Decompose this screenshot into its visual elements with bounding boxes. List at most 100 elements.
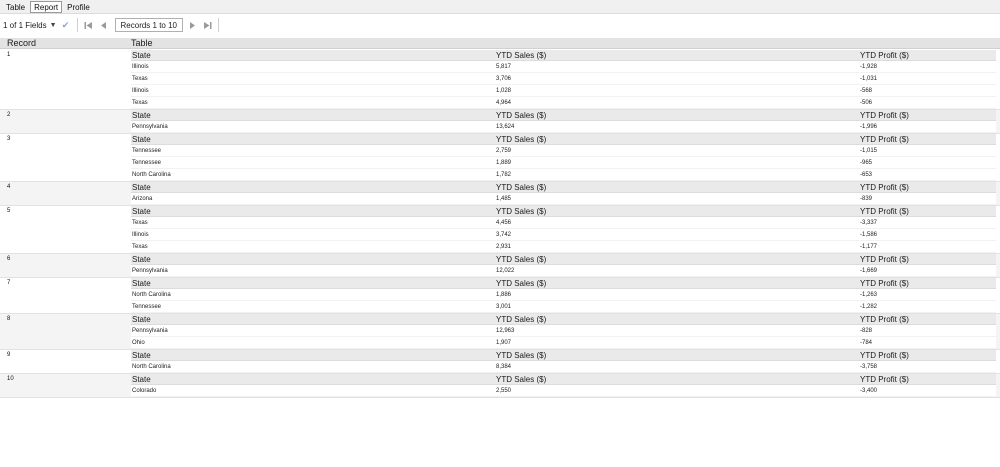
- ytd-profit-column-header: YTD Profit ($): [860, 315, 909, 324]
- record-row[interactable]: 5 State YTD Sales ($) YTD Profit ($) Texas 4,…: [0, 206, 1000, 254]
- ytd-profit-cell: -784: [860, 340, 873, 346]
- record-number: 1: [7, 52, 11, 58]
- check-icon[interactable]: ✔: [60, 18, 72, 32]
- record-number: 8: [7, 316, 11, 322]
- ytd-profit-column-header: YTD Profit ($): [860, 51, 909, 60]
- ytd-profit-column-header: YTD Profit ($): [860, 111, 909, 120]
- table-row[interactable]: Pennsylvania 13,624 -1,996: [131, 121, 996, 133]
- toolbar-divider: [218, 18, 219, 32]
- nested-table: State YTD Sales ($) YTD Profit ($) Texas 4,4…: [131, 206, 996, 253]
- ytd-profit-cell: -1,015: [860, 148, 878, 154]
- state-cell: Ohio: [132, 340, 145, 346]
- state-column-header: State: [132, 255, 151, 264]
- ytd-profit-cell: -1,263: [860, 292, 878, 298]
- table-row[interactable]: Texas 2,931 -1,177: [131, 241, 996, 253]
- nested-table-header: State YTD Sales ($) YTD Profit ($): [131, 50, 996, 61]
- nested-table: State YTD Sales ($) YTD Profit ($) North Ca…: [131, 350, 996, 373]
- state-cell: Tennessee: [132, 160, 162, 166]
- state-cell: Texas: [132, 220, 148, 226]
- fields-label: 1 of 1 Fields: [3, 20, 47, 30]
- ytd-sales-cell: 12,963: [496, 328, 515, 334]
- ytd-sales-column-header: YTD Sales ($): [496, 111, 547, 120]
- next-record-icon[interactable]: [186, 18, 198, 32]
- table-row[interactable]: Illinois 1,028 -568: [131, 85, 996, 97]
- grid-header: Record Table: [0, 38, 1000, 49]
- state-cell: Texas: [132, 100, 148, 106]
- records-range: Records 1 to 10: [114, 18, 183, 32]
- ytd-profit-column-header: YTD Profit ($): [860, 255, 909, 264]
- record-row[interactable]: 2 State YTD Sales ($) YTD Profit ($) Pennsyl…: [0, 110, 1000, 134]
- fields-selector[interactable]: 1 of 1 Fields ▼: [3, 21, 57, 30]
- ytd-sales-cell: 4,456: [496, 220, 512, 226]
- ytd-sales-column-header: YTD Sales ($): [496, 183, 547, 192]
- record-row[interactable]: 8 State YTD Sales ($) YTD Profit ($) Pennsyl…: [0, 314, 1000, 350]
- ytd-sales-column-header: YTD Sales ($): [496, 51, 547, 60]
- table-column-header[interactable]: Table: [131, 38, 153, 49]
- record-number: 4: [7, 184, 11, 190]
- first-record-icon[interactable]: [83, 18, 95, 32]
- tab-report[interactable]: Report: [30, 0, 63, 13]
- nested-table: State YTD Sales ($) YTD Profit ($) Pennsylv…: [131, 314, 996, 349]
- view-tab-bar: Table Report Profile: [0, 0, 1000, 14]
- table-row[interactable]: Texas 3,706 -1,031: [131, 73, 996, 85]
- state-cell: Illinois: [132, 88, 149, 94]
- table-row[interactable]: Tennessee 1,889 -965: [131, 157, 996, 169]
- ytd-profit-column-header: YTD Profit ($): [860, 351, 909, 360]
- ytd-profit-cell: -1,928: [860, 64, 878, 70]
- previous-record-icon[interactable]: [98, 18, 110, 32]
- tab-profile[interactable]: Profile: [63, 1, 94, 13]
- ytd-profit-cell: -568: [860, 88, 873, 94]
- table-row[interactable]: North Carolina 1,782 -653: [131, 169, 996, 181]
- table-row[interactable]: Pennsylvania 12,022 -1,669: [131, 265, 996, 277]
- ytd-profit-column-header: YTD Profit ($): [860, 183, 909, 192]
- record-number: 10: [7, 376, 14, 382]
- ytd-sales-cell: 3,001: [496, 304, 512, 310]
- ytd-profit-cell: -828: [860, 328, 873, 334]
- ytd-profit-cell: -1,177: [860, 244, 878, 250]
- record-row[interactable]: 6 State YTD Sales ($) YTD Profit ($) Pennsyl…: [0, 254, 1000, 278]
- record-number: 5: [7, 208, 11, 214]
- record-row[interactable]: 9 State YTD Sales ($) YTD Profit ($) North C…: [0, 350, 1000, 374]
- table-row[interactable]: Colorado 2,550 -3,400: [131, 385, 996, 397]
- state-cell: Colorado: [132, 388, 157, 394]
- record-row[interactable]: 7 State YTD Sales ($) YTD Profit ($) North C…: [0, 278, 1000, 314]
- table-row[interactable]: Arizona 1,485 -839: [131, 193, 996, 205]
- record-row[interactable]: 4 State YTD Sales ($) YTD Profit ($) Arizona…: [0, 182, 1000, 206]
- table-row[interactable]: Illinois 5,817 -1,928: [131, 61, 996, 73]
- ytd-profit-cell: -1,586: [860, 232, 878, 238]
- state-cell: Pennsylvania: [132, 268, 168, 274]
- record-row[interactable]: 10 State YTD Sales ($) YTD Profit ($) Colora…: [0, 374, 1000, 398]
- state-column-header: State: [132, 375, 151, 384]
- record-column-header[interactable]: Record: [7, 38, 36, 49]
- ytd-profit-cell: -3,758: [860, 364, 878, 370]
- nested-table-header: State YTD Sales ($) YTD Profit ($): [131, 350, 996, 361]
- table-row[interactable]: Tennessee 3,001 -1,282: [131, 301, 996, 313]
- state-column-header: State: [132, 351, 151, 360]
- table-row[interactable]: Tennessee 2,759 -1,015: [131, 145, 996, 157]
- ytd-sales-cell: 5,817: [496, 64, 512, 70]
- table-row[interactable]: Pennsylvania 12,963 -828: [131, 325, 996, 337]
- ytd-profit-cell: -1,282: [860, 304, 878, 310]
- ytd-sales-column-header: YTD Sales ($): [496, 279, 547, 288]
- table-row[interactable]: Ohio 1,907 -784: [131, 337, 996, 349]
- record-row[interactable]: 1 State YTD Sales ($) YTD Profit ($) Illinoi…: [0, 50, 1000, 110]
- table-row[interactable]: North Carolina 8,384 -3,758: [131, 361, 996, 373]
- table-row[interactable]: Illinois 3,742 -1,586: [131, 229, 996, 241]
- table-row[interactable]: Texas 4,456 -3,337: [131, 217, 996, 229]
- tab-table[interactable]: Table: [2, 1, 29, 13]
- table-row[interactable]: Texas 4,964 -506: [131, 97, 996, 109]
- ytd-sales-column-header: YTD Sales ($): [496, 255, 547, 264]
- toolbar-divider: [76, 18, 78, 32]
- ytd-sales-cell: 3,742: [496, 232, 512, 238]
- table-row[interactable]: North Carolina 1,886 -1,263: [131, 289, 996, 301]
- state-cell: Texas: [132, 244, 148, 250]
- nested-table-header: State YTD Sales ($) YTD Profit ($): [131, 182, 996, 193]
- ytd-sales-cell: 1,886: [496, 292, 512, 298]
- ytd-sales-cell: 1,782: [496, 172, 512, 178]
- record-row[interactable]: 3 State YTD Sales ($) YTD Profit ($) Tenness…: [0, 134, 1000, 182]
- last-record-icon[interactable]: [201, 18, 213, 32]
- state-cell: North Carolina: [132, 292, 171, 298]
- state-column-header: State: [132, 111, 151, 120]
- ytd-profit-cell: -506: [860, 100, 873, 106]
- state-column-header: State: [132, 135, 151, 144]
